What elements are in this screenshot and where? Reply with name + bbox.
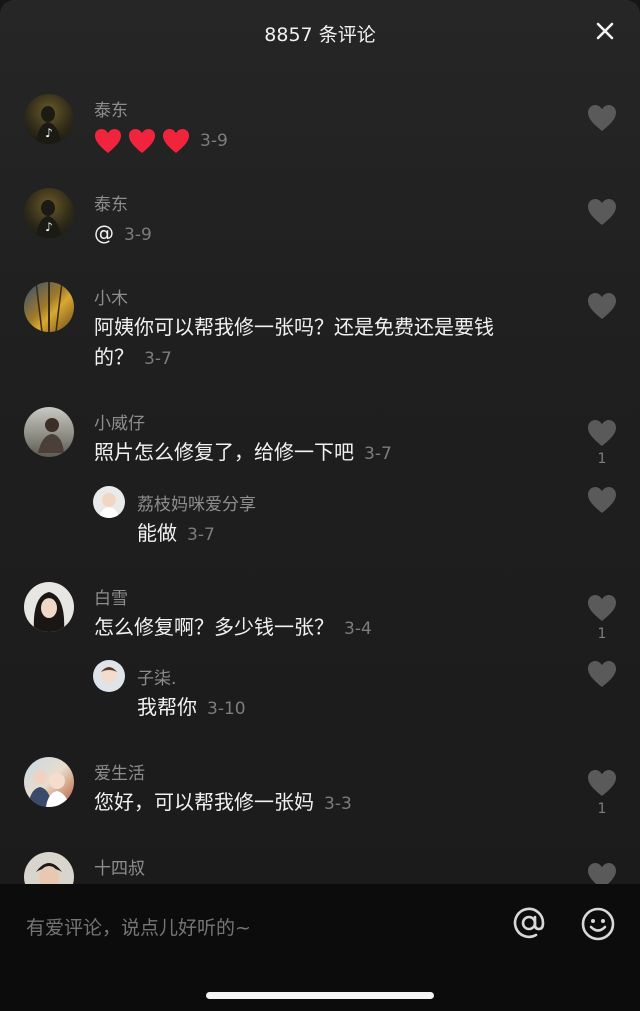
- tiktok-badge-icon: ♪: [45, 126, 53, 140]
- reply-item: 荔枝妈咪爱分享 能做 3-7: [0, 484, 640, 554]
- comment-date: 3-7: [144, 349, 172, 369]
- red-heart-emoji-icon: [129, 128, 155, 153]
- avatar-person-icon: [38, 418, 64, 453]
- home-indicator[interactable]: [206, 992, 434, 999]
- comment-author[interactable]: 小木: [94, 284, 128, 309]
- avatar[interactable]: [24, 852, 74, 884]
- comment-author[interactable]: 泰东: [94, 96, 128, 121]
- comment-body: 我帮你: [137, 695, 197, 719]
- avatar[interactable]: [24, 407, 74, 457]
- comment-body-line2-row: 的？ 3-7: [94, 342, 574, 374]
- comment-date: 3-7: [364, 444, 392, 464]
- comment-text: 我帮你 3-10: [137, 692, 246, 724]
- heart-icon: [588, 595, 616, 621]
- comment-item: ♪ 泰东 @3-9: [0, 186, 640, 266]
- close-icon: [596, 22, 614, 40]
- heart-emoji-group: [94, 128, 190, 154]
- avatar-trees-icon: [35, 282, 63, 332]
- like-count: 1: [597, 451, 607, 467]
- comment-author[interactable]: 子柒.: [137, 664, 176, 689]
- comment-body-line1: 阿姨你可以帮我修一张吗？还是免费还是要钱: [94, 315, 494, 339]
- comment-date: 3-10: [207, 699, 246, 719]
- avatar-woman-icon: [33, 592, 65, 632]
- comment-item: 爱生活 您好，可以帮我修一张妈 3-3 1: [0, 755, 640, 825]
- comment-date: 3-9: [200, 131, 228, 151]
- comment-author[interactable]: 十四叔: [94, 854, 145, 879]
- avatar[interactable]: [24, 757, 74, 807]
- heart-icon: [588, 770, 616, 796]
- heart-icon: [588, 199, 616, 225]
- avatar-man-icon: [36, 863, 62, 884]
- comment-date: 3-9: [124, 225, 152, 245]
- emoji-icon: [581, 907, 615, 941]
- comment-item: 十四叔: [0, 850, 640, 884]
- comment-text: @3-9: [94, 218, 152, 250]
- comment-body: 能做: [137, 521, 177, 545]
- comment-author[interactable]: 小威仔: [94, 409, 145, 434]
- like-button[interactable]: 1: [586, 419, 618, 467]
- avatar[interactable]: [24, 582, 74, 632]
- red-heart-emoji-icon: [163, 128, 189, 153]
- close-button[interactable]: [592, 18, 618, 44]
- comment-item: 小威仔 照片怎么修复了，给修一下吧 3-7 1: [0, 405, 640, 475]
- heart-icon: [588, 105, 616, 131]
- emoji-button[interactable]: [580, 906, 616, 942]
- comment-body: 照片怎么修复了，给修一下吧: [94, 440, 354, 464]
- comment-date: 3-7: [187, 525, 215, 545]
- at-icon: [513, 907, 545, 939]
- comment-author[interactable]: 荔枝妈咪爱分享: [137, 490, 256, 515]
- comment-author[interactable]: 白雪: [94, 584, 128, 609]
- comment-text: 怎么修复啊？多少钱一张？ 3-4: [94, 612, 372, 644]
- comment-item: 白雪 怎么修复啊？多少钱一张？ 3-4 1: [0, 580, 640, 650]
- comment-sheet: 8857 条评论 ♪ 泰东 3-9 ♪ 泰东 @ 3-9 小木 阿姨你可以帮我修…: [0, 0, 640, 884]
- red-heart-emoji-icon: [95, 128, 121, 153]
- like-button[interactable]: [586, 862, 618, 884]
- like-button[interactable]: [586, 660, 618, 688]
- comment-body: 您好，可以帮我修一张妈: [94, 790, 314, 814]
- avatar-family-icon: [28, 770, 70, 807]
- comment-item: 小木 阿姨你可以帮我修一张吗？还是免费还是要钱 的？ 3-7: [0, 280, 640, 380]
- like-button[interactable]: [586, 292, 618, 320]
- comment-body-line2: 的？: [94, 345, 134, 369]
- mention-button[interactable]: [512, 906, 546, 940]
- like-count: 1: [597, 801, 607, 817]
- like-button[interactable]: [586, 104, 618, 132]
- tiktok-badge-icon: ♪: [45, 220, 53, 234]
- comment-author[interactable]: 爱生活: [94, 759, 145, 784]
- comment-author[interactable]: 泰东: [94, 190, 128, 215]
- comment-date: 3-3: [324, 794, 352, 814]
- like-button[interactable]: 1: [586, 769, 618, 817]
- heart-icon: [588, 487, 616, 513]
- comment-body: @: [94, 221, 114, 245]
- comment-text: 能做 3-7: [137, 518, 215, 550]
- reply-item: 子柒. 我帮你 3-10: [0, 658, 640, 728]
- avatar[interactable]: ♪: [24, 94, 74, 144]
- comment-date: 3-4: [344, 619, 372, 639]
- comment-input[interactable]: [26, 908, 486, 948]
- avatar[interactable]: ♪: [24, 188, 74, 238]
- heart-icon: [588, 420, 616, 446]
- comment-text: 3-9: [94, 124, 228, 156]
- like-button[interactable]: 1: [586, 594, 618, 642]
- avatar-baby-icon: [99, 493, 119, 518]
- avatar[interactable]: [24, 282, 74, 332]
- comment-header: 8857 条评论: [0, 0, 640, 64]
- comment-body: 怎么修复啊？多少钱一张？: [94, 615, 334, 639]
- avatar-child-icon: [101, 667, 117, 683]
- comment-count-title: 8857 条评论: [264, 24, 376, 46]
- heart-icon: [588, 863, 616, 884]
- like-button[interactable]: [586, 198, 618, 226]
- comment-text: 您好，可以帮我修一张妈 3-3: [94, 787, 352, 819]
- avatar[interactable]: [93, 486, 125, 518]
- like-count: 1: [597, 626, 607, 642]
- comment-item: ♪ 泰东 3-9: [0, 92, 640, 172]
- heart-icon: [588, 293, 616, 319]
- comment-text: 照片怎么修复了，给修一下吧 3-7: [94, 437, 392, 469]
- heart-icon: [588, 661, 616, 687]
- like-button[interactable]: [586, 486, 618, 514]
- comment-text: 阿姨你可以帮我修一张吗？还是免费还是要钱 的？ 3-7: [94, 312, 574, 374]
- avatar[interactable]: [93, 660, 125, 692]
